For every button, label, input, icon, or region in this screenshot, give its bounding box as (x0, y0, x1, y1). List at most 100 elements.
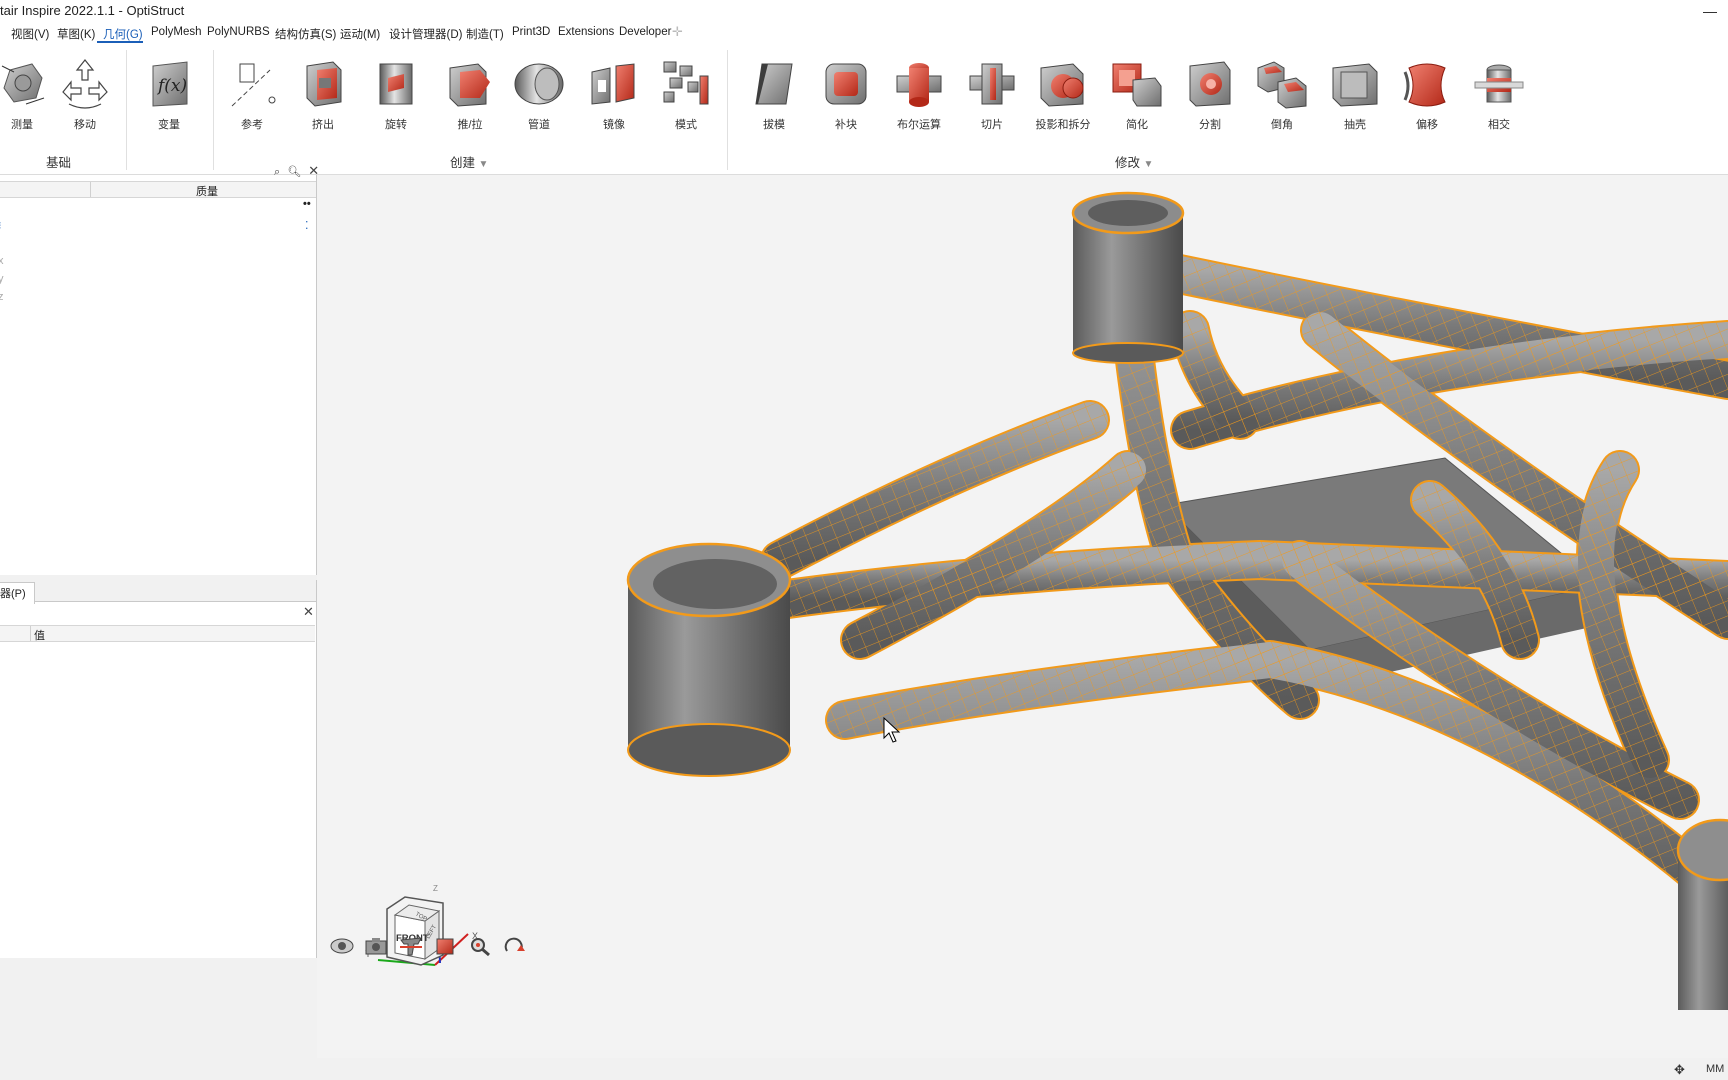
menu-manufacture[interactable]: 制造(T) (466, 26, 504, 42)
offset-tool[interactable]: 偏移 (1397, 58, 1457, 132)
pipe-tool[interactable]: 管道 (509, 58, 569, 132)
snap-icon[interactable]: ✥ (1674, 1062, 1685, 1078)
shell-icon (1332, 63, 1378, 107)
reference-icon (231, 63, 276, 107)
menu-structure[interactable]: 结构仿真(S) (275, 26, 336, 42)
pattern-tool[interactable]: 模式 (656, 58, 716, 132)
chamfer-tool[interactable]: 倒角 (1252, 58, 1312, 132)
intersect-tool[interactable]: 相交 (1469, 58, 1529, 132)
row-mass-marker[interactable]: ⁚ (305, 219, 309, 232)
expand-marker[interactable]: •• (303, 198, 311, 210)
row-x-marker: x (0, 255, 4, 267)
pushpull-label: 推/拉 (457, 119, 483, 131)
simplify-icon (1112, 63, 1162, 107)
project-split-tool[interactable]: 投影和拆分 (1033, 58, 1093, 132)
menu-developer[interactable]: Developer (619, 26, 671, 38)
menu-extensions[interactable]: Extensions (558, 26, 614, 38)
revolve-icon (379, 63, 413, 105)
row-z-marker: z (0, 291, 4, 303)
search-icon[interactable]: 🔍︎ (287, 166, 301, 178)
menu-design-explorer[interactable]: 设计管理器(D) (389, 26, 462, 42)
box-icon[interactable] (432, 935, 458, 957)
property-grid-header: 值 (0, 625, 315, 642)
variable-icon: f(x) (152, 61, 188, 107)
menu-polynurbs[interactable]: PolyNURBS (207, 26, 270, 38)
menu-geometry[interactable]: 几何(G) (103, 26, 143, 42)
variable-tool[interactable]: f(x) 变量 (139, 58, 199, 132)
zoom-icon[interactable] (467, 935, 493, 957)
group-create-label[interactable]: 创建 ▼ (450, 152, 488, 171)
patch-icon (825, 63, 867, 105)
menu-bar: 视图(V) 草图(K) 几何(G) PolyMesh PolyNURBS 结构仿… (0, 22, 1728, 44)
project-split-label: 投影和拆分 (1035, 119, 1091, 131)
rotate-icon[interactable] (501, 935, 527, 957)
menu-motion[interactable]: 运动(M) (340, 26, 380, 42)
unit-selector[interactable]: MM (1706, 1063, 1724, 1075)
menu-polymesh[interactable]: PolyMesh (151, 26, 202, 38)
chamfer-icon (1257, 61, 1307, 109)
mirror-icon (591, 63, 635, 105)
menu-print3d[interactable]: Print3D (512, 26, 550, 38)
browser-grid-header: 质量 (0, 181, 316, 198)
boss-back[interactable] (1071, 191, 1185, 364)
close-icon[interactable]: ✕ (303, 604, 314, 620)
partition-tool[interactable]: 分割 (1180, 58, 1240, 132)
menu-sketch[interactable]: 草图(K) (57, 26, 95, 42)
pushpull-tool[interactable]: 推/拉 (440, 58, 500, 132)
boolean-label: 布尔运算 (897, 119, 941, 131)
panel-header-tools: ⌕ 🔍︎ ✕ (274, 163, 319, 179)
boolean-tool[interactable]: 布尔运算 (889, 58, 949, 132)
group-divider (126, 50, 127, 170)
axis-z-label: Z (433, 884, 438, 893)
viewport-3d[interactable]: FRONT TOP LEFT X Y Z (317, 175, 1728, 1058)
bracket-model[interactable] (317, 175, 1728, 1058)
active-tab-indicator (97, 41, 143, 43)
draft-tool[interactable]: 拔模 (744, 58, 804, 132)
simplify-tool[interactable]: 简化 (1107, 58, 1167, 132)
pushpull-icon (449, 63, 490, 107)
project-split-icon (1040, 63, 1084, 107)
offset-label: 偏移 (1416, 119, 1438, 131)
status-bar: ✥ MM (317, 1058, 1728, 1080)
column-value-header[interactable]: 值 (34, 627, 45, 643)
slice-tool[interactable]: 切片 (962, 58, 1022, 132)
extrude-icon (306, 61, 342, 107)
model-browser-panel: ⌕ 🔍︎ ✕ 质量 •• ⁝ ⁚ x y z (0, 163, 319, 575)
title-bar: tair Inspire 2022.1.1 - OptiStruct — (0, 0, 1728, 22)
partition-icon (1189, 61, 1231, 107)
reference-tool[interactable]: 参考 (222, 58, 282, 132)
pipe-label: 管道 (528, 119, 550, 131)
boss-right[interactable] (1676, 818, 1728, 1010)
add-ribbon-icon[interactable]: ✛ (672, 24, 683, 40)
eye-icon[interactable] (329, 935, 355, 957)
boss-front[interactable] (626, 542, 792, 777)
group-modify-label[interactable]: 修改 ▼ (1115, 152, 1153, 171)
row-marker[interactable]: ⁝ (0, 219, 2, 232)
move-tool[interactable]: 移动 (55, 58, 115, 132)
group-create-text: 创建 (450, 156, 476, 170)
draft-label: 拔模 (763, 119, 785, 131)
column-mass-header[interactable]: 质量 (196, 183, 218, 199)
move-icon (62, 59, 108, 109)
mirror-tool[interactable]: 镜像 (584, 58, 644, 132)
camera-icon[interactable] (363, 935, 389, 957)
revolve-tool[interactable]: 旋转 (366, 58, 426, 132)
variable-glyph: f(x) (156, 76, 187, 96)
modify-dropdown-icon: ▼ (1143, 159, 1154, 170)
pipe-icon (514, 63, 564, 105)
patch-tool[interactable]: 补块 (816, 58, 876, 132)
binoculars-icon[interactable]: ⌕ (274, 166, 280, 178)
group-modify-text: 修改 (1115, 156, 1141, 170)
mirror-label: 镜像 (603, 119, 625, 131)
group-divider (213, 50, 214, 170)
section-icon[interactable] (398, 935, 424, 957)
column-divider (90, 182, 91, 197)
move-label: 移动 (74, 119, 96, 131)
simplify-label: 简化 (1126, 119, 1148, 131)
tab-property-editor[interactable]: 器(P) (0, 582, 35, 604)
shell-tool[interactable]: 抽壳 (1325, 58, 1385, 132)
minimize-button[interactable]: — (1700, 0, 1720, 22)
menu-view[interactable]: 视图(V) (11, 26, 49, 42)
extrude-tool[interactable]: 挤出 (293, 58, 353, 132)
measure-tool[interactable]: 测量 (0, 58, 52, 132)
